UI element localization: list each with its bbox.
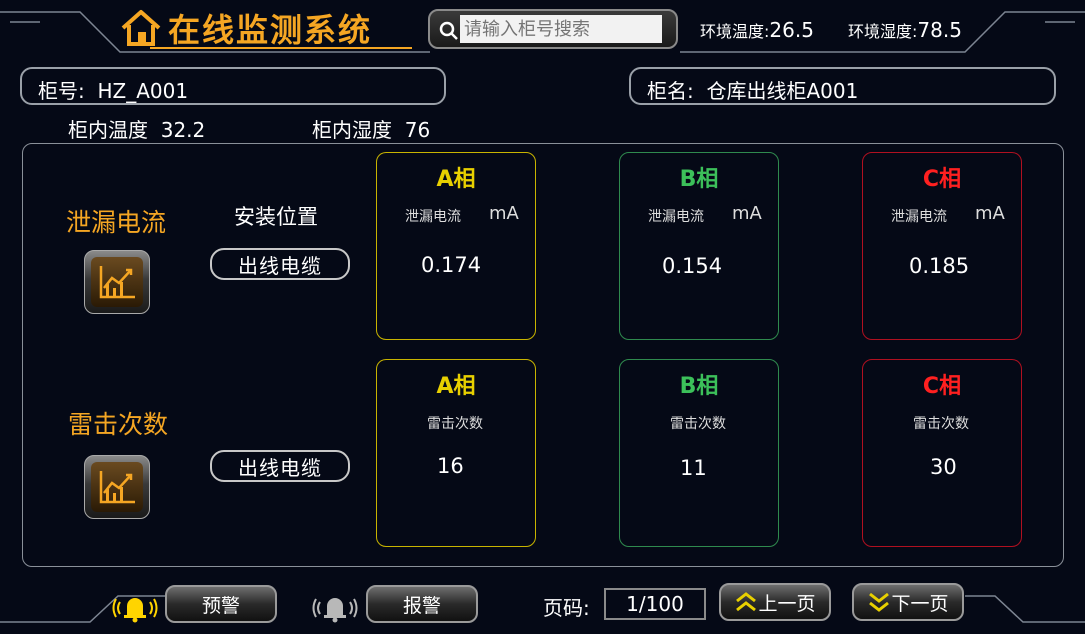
- lightning-section-title: 雷击次数: [68, 410, 169, 439]
- metric-label: 泄漏电流: [648, 209, 704, 225]
- inner-temp: 柜内温度 32.2: [68, 114, 205, 143]
- chart-icon: [99, 266, 135, 299]
- phase-c-name: C相: [922, 167, 962, 192]
- env-temp-label: 环境温度:: [700, 22, 770, 41]
- bell-icon: [312, 598, 358, 623]
- lightning-phase-c-card: C相 雷击次数 30: [862, 359, 1022, 547]
- lightning-location-button[interactable]: 出线电缆: [210, 450, 350, 482]
- chevron-down-icon: [869, 592, 890, 612]
- alarm-button[interactable]: 报警: [366, 585, 478, 623]
- metric-label: 雷击次数: [913, 416, 969, 432]
- lightning-chart-button[interactable]: [84, 455, 150, 519]
- prev-page-button[interactable]: 上一页: [719, 583, 831, 621]
- phase-c-name: C相: [922, 374, 962, 399]
- metric-value: 0.185: [909, 254, 970, 278]
- cabinet-name-value: 仓库出线柜A001: [706, 79, 859, 103]
- lightning-chart-inner: [91, 462, 143, 512]
- next-page-button[interactable]: 下一页: [852, 583, 964, 621]
- metric-unit: mA: [975, 203, 1005, 224]
- next-page-label: 下一页: [891, 592, 949, 615]
- chevron-up-icon: [736, 592, 757, 612]
- inner-temp-label: 柜内温度: [68, 118, 148, 142]
- inner-humidity-value: 76: [404, 118, 431, 142]
- env-temp-value: 26.5: [769, 18, 814, 42]
- metric-label: 泄漏电流: [891, 209, 947, 225]
- title-underline: [150, 47, 412, 49]
- cabinet-name-label: 柜名:: [647, 79, 694, 103]
- page-indicator: 1/100: [604, 588, 706, 620]
- phase-b-name: B相: [679, 167, 719, 192]
- leakage-phase-a-card: A相 泄漏电流 mA 0.174: [376, 152, 536, 340]
- leakage-phase-b-card: B相 泄漏电流 mA 0.154: [619, 152, 779, 340]
- metric-label: 雷击次数: [670, 416, 726, 432]
- install-position-label: 安装位置: [234, 205, 318, 229]
- chart-icon: [99, 471, 135, 504]
- warning-button[interactable]: 预警: [165, 585, 277, 623]
- phase-a-name: A相: [436, 374, 476, 399]
- lightning-phase-a-card: A相 雷击次数 16: [376, 359, 536, 547]
- cabinet-id: 柜号: HZ_A001: [38, 75, 188, 104]
- phase-a-name: A相: [436, 167, 476, 192]
- search-input[interactable]: [460, 15, 662, 43]
- inner-temp-value: 32.2: [160, 118, 206, 142]
- env-humidity: 环境湿度:78.5: [848, 18, 962, 42]
- page-title: 在线监测系统: [168, 11, 373, 49]
- leakage-chart-button[interactable]: [84, 250, 150, 314]
- phase-b-name: B相: [679, 374, 719, 399]
- bell-icon: [112, 598, 158, 623]
- env-temp: 环境温度:26.5: [700, 18, 814, 42]
- page-label: 页码:: [543, 596, 590, 620]
- metric-unit: mA: [732, 203, 762, 224]
- env-humidity-value: 78.5: [917, 18, 962, 42]
- metric-value: 0.154: [662, 254, 723, 278]
- metric-unit: mA: [489, 203, 519, 224]
- app-title-block: 在线监测系统: [120, 6, 410, 50]
- inner-humidity-label: 柜内湿度: [312, 118, 392, 142]
- lightning-phase-b-card: B相 雷击次数 11: [619, 359, 779, 547]
- leakage-section-title: 泄漏电流: [66, 208, 167, 237]
- metric-label: 雷击次数: [427, 416, 483, 432]
- metric-value: 16: [437, 454, 464, 478]
- cabinet-name: 柜名: 仓库出线柜A001: [647, 75, 858, 104]
- metric-label: 泄漏电流: [405, 209, 461, 225]
- env-humidity-label: 环境湿度:: [848, 22, 918, 41]
- cabinet-id-value: HZ_A001: [97, 79, 189, 103]
- inner-humidity: 柜内湿度 76: [312, 114, 430, 143]
- leakage-location-button[interactable]: 出线电缆: [210, 248, 350, 280]
- metric-value: 11: [680, 456, 707, 480]
- search-icon[interactable]: [438, 20, 460, 42]
- prev-page-label: 上一页: [758, 592, 816, 615]
- cabinet-id-label: 柜号:: [38, 79, 85, 103]
- leakage-chart-inner: [91, 257, 143, 307]
- metric-value: 30: [930, 455, 957, 479]
- home-icon: [121, 10, 161, 46]
- metric-value: 0.174: [421, 253, 482, 277]
- leakage-phase-c-card: C相 泄漏电流 mA 0.185: [862, 152, 1022, 340]
